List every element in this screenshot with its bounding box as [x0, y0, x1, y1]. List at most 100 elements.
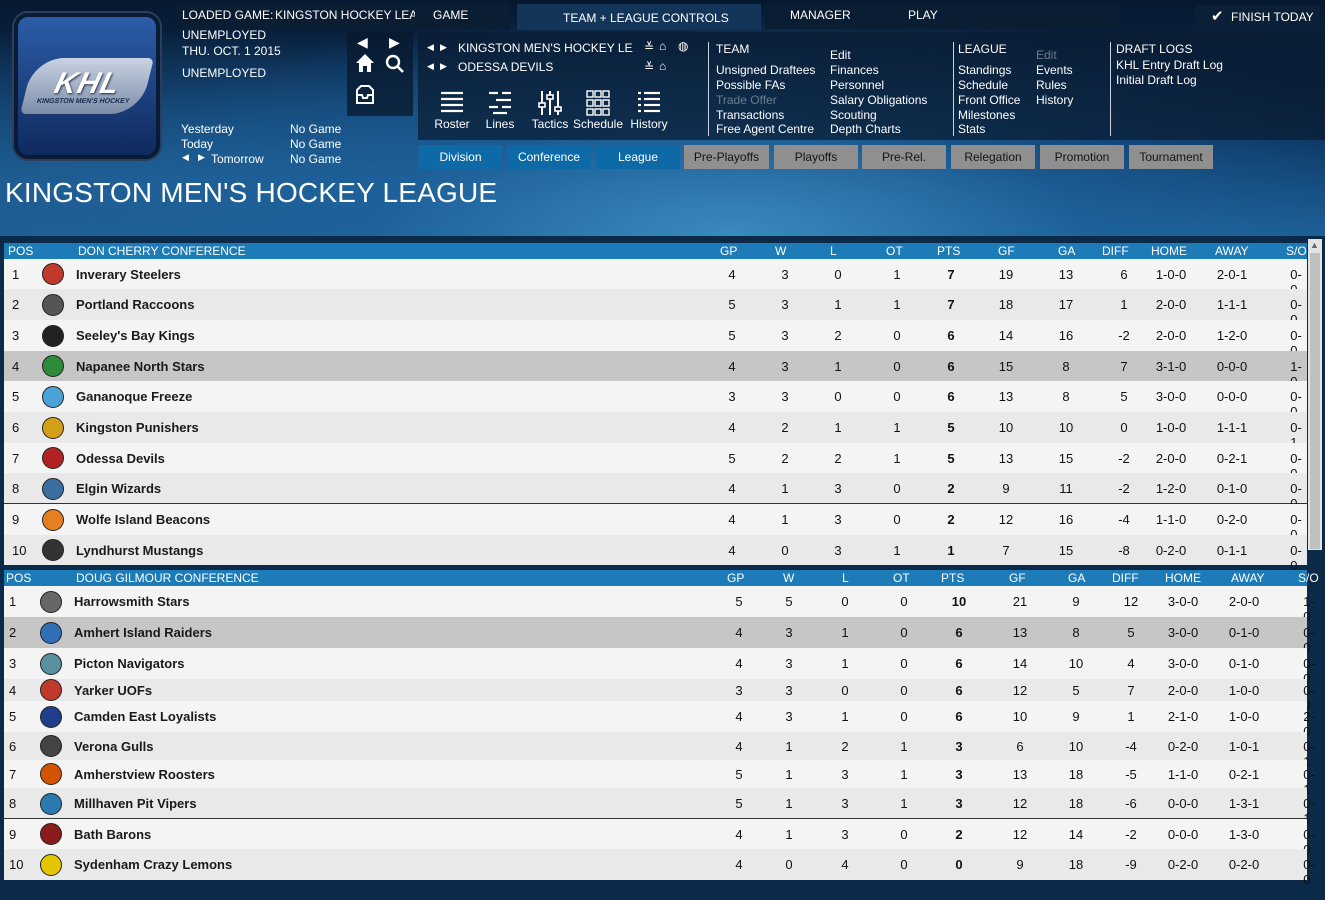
- league-selector[interactable]: KINGSTON MEN'S HOCKEY LEA: [458, 41, 633, 55]
- column-header-gp[interactable]: GP: [720, 244, 737, 258]
- table-row[interactable]: 10 Sydenham Crazy Lemons 4 0 4 0 0 9 18 -9 0-2-0 0-…: [4, 849, 1315, 887]
- table-row[interactable]: 4 Napanee North Stars 4 3 1 0 6 15 8 7 3-1-0 0-0-0 1…: [4, 351, 1307, 389]
- table-row[interactable]: 8 Millhaven Pit Vipers 5 1 3 1 3 12 18 -6 0-0-0 1-3…: [4, 788, 1315, 826]
- tab-pre-playoffs[interactable]: Pre-Playoffs: [684, 145, 769, 169]
- table-row[interactable]: 3 Picton Navigators 4 3 1 0 6 14 10 4 3-0-0 0-1-0 0-…: [4, 648, 1315, 686]
- column-header-pts[interactable]: PTS: [941, 571, 964, 585]
- league-globe-icon[interactable]: ◍: [678, 39, 688, 53]
- column-header-home[interactable]: HOME: [1151, 244, 1187, 258]
- next-day-arrow-icon[interactable]: ▶: [198, 152, 205, 163]
- inbox-icon[interactable]: [354, 84, 376, 109]
- column-header-gf[interactable]: GF: [1009, 571, 1026, 585]
- table-row[interactable]: 6 Kingston Punishers 4 2 1 1 5 10 10 0 1-0-0 1-1-1 0…: [4, 412, 1307, 450]
- table-row[interactable]: 6Verona Gulls41213610-40-2-01-0-10-1: [4, 732, 1315, 769]
- column-header-l[interactable]: L: [830, 244, 837, 258]
- column-header-w[interactable]: W: [783, 571, 794, 585]
- table-row[interactable]: 3 Seeley's Bay Kings 5 3 2 0 6 14 16 -2 2-0-0 1-2-0…: [4, 320, 1307, 358]
- team-name[interactable]: Napanee North Stars: [76, 359, 205, 374]
- team-name[interactable]: Amhert Island Raiders: [74, 625, 212, 640]
- team-next-icon[interactable]: ▶: [440, 61, 447, 72]
- table-row[interactable]: 7Odessa Devils522151315-22-0-00-2-10-0: [4, 443, 1307, 481]
- table-row[interactable]: 7 Amherstview Roosters 5 1 3 1 3 13 18 -5 1-1-0 0-2…: [4, 760, 1315, 797]
- column-header-pos[interactable]: POS: [6, 571, 31, 585]
- table-row[interactable]: 2 Portland Raccoons 5 3 1 1 7 18 17 1 2-0-0 1-1-1 0-…: [4, 289, 1307, 327]
- column-header-pos[interactable]: POS: [8, 244, 33, 258]
- column-header-so[interactable]: S/O: [1298, 571, 1319, 585]
- team-name[interactable]: Gananoque Freeze: [76, 389, 192, 404]
- tab-league[interactable]: League: [596, 145, 680, 169]
- prev-day-arrow-icon[interactable]: ◀: [182, 152, 189, 163]
- table-row[interactable]: 9 Wolfe Island Beacons 4 1 3 0 2 12 16 -4 1-1-0 0-2…: [4, 504, 1307, 542]
- column-header-l[interactable]: L: [842, 571, 849, 585]
- team-home-icon[interactable]: ⌂: [659, 59, 666, 73]
- scrollbar-thumb[interactable]: [1310, 253, 1320, 549]
- rules-link[interactable]: Rules: [1036, 78, 1067, 92]
- possible-fas-link[interactable]: Possible FAs: [716, 78, 785, 92]
- team-name[interactable]: Bath Barons: [74, 827, 151, 842]
- tab-playoffs[interactable]: Playoffs: [774, 145, 858, 169]
- column-header-home[interactable]: HOME: [1165, 571, 1201, 585]
- team-league-controls-tab[interactable]: TEAM + LEAGUE CONTROLS: [517, 4, 761, 30]
- scouting-link[interactable]: Scouting: [830, 108, 877, 122]
- team-name[interactable]: Lyndhurst Mustangs: [76, 543, 203, 558]
- personnel-link[interactable]: Personnel: [830, 78, 884, 92]
- team-name[interactable]: Portland Raccoons: [76, 297, 194, 312]
- table-row[interactable]: 10 Lyndhurst Mustangs 4 0 3 1 1 7 15 -8 0-2-0 0-1-1…: [4, 535, 1307, 573]
- transactions-link[interactable]: Transactions: [716, 108, 784, 122]
- league-schedule-link[interactable]: Schedule: [958, 78, 1008, 92]
- tab-tournament[interactable]: Tournament: [1129, 145, 1213, 169]
- front-office-link[interactable]: Front Office: [958, 93, 1020, 107]
- depth-charts-link[interactable]: Depth Charts: [830, 122, 901, 136]
- forward-arrow-icon[interactable]: ▶: [389, 34, 400, 51]
- team-name[interactable]: Yarker UOFs: [74, 683, 152, 698]
- standings-link[interactable]: Standings: [958, 63, 1011, 77]
- team-name[interactable]: Millhaven Pit Vipers: [74, 796, 197, 811]
- finish-today-button[interactable]: ✔ FINISH TODAY: [1195, 5, 1320, 29]
- manager-menu[interactable]: MANAGER: [790, 8, 851, 22]
- team-name[interactable]: Seeley's Bay Kings: [76, 328, 195, 343]
- initial-draft-log-link[interactable]: Initial Draft Log: [1116, 73, 1197, 87]
- milestones-link[interactable]: Milestones: [958, 108, 1015, 122]
- team-name[interactable]: Elgin Wizards: [76, 481, 161, 496]
- table-row[interactable]: 4Yarker UOFs3300612572-0-01-0-00-0: [4, 679, 1315, 713]
- column-header-ot[interactable]: OT: [886, 244, 903, 258]
- scroll-up-arrow-icon[interactable]: ▲: [1310, 240, 1319, 250]
- conference-name[interactable]: DOUG GILMOUR CONFERENCE: [76, 571, 259, 585]
- column-header-ot[interactable]: OT: [893, 571, 910, 585]
- history-button[interactable]: History: [629, 90, 669, 131]
- tab-division[interactable]: Division: [419, 145, 502, 169]
- team-name[interactable]: Kingston Punishers: [76, 420, 199, 435]
- tab-relegation[interactable]: Relegation: [951, 145, 1035, 169]
- column-header-pts[interactable]: PTS: [937, 244, 960, 258]
- column-header-gp[interactable]: GP: [727, 571, 744, 585]
- table-row[interactable]: 5Gananoque Freeze3300613853-0-00-0-00-0: [4, 381, 1307, 419]
- team-selector[interactable]: ODESSA DEVILS: [458, 60, 553, 74]
- home-icon[interactable]: [354, 52, 376, 77]
- roster-button[interactable]: Roster: [432, 90, 472, 131]
- column-header-ga[interactable]: GA: [1058, 244, 1075, 258]
- team-name[interactable]: Harrowsmith Stars: [74, 594, 190, 609]
- team-prev-icon[interactable]: ◀: [427, 61, 434, 72]
- league-prev-icon[interactable]: ◀: [427, 42, 434, 53]
- league-history-link[interactable]: History: [1036, 93, 1073, 107]
- table-row[interactable]: 2 Amhert Island Raiders 4 3 1 0 6 13 8 5 3-0-0 0-1-…: [4, 617, 1315, 655]
- standings-scrollbar[interactable]: ▲: [1308, 239, 1322, 550]
- team-name[interactable]: Picton Navigators: [74, 656, 185, 671]
- tab-conference[interactable]: Conference: [507, 145, 591, 169]
- league-next-icon[interactable]: ▶: [440, 42, 447, 53]
- salary-obligations-link[interactable]: Salary Obligations: [830, 93, 927, 107]
- column-header-w[interactable]: W: [775, 244, 786, 258]
- lines-button[interactable]: Lines: [480, 90, 520, 131]
- column-header-away[interactable]: AWAY: [1215, 244, 1249, 258]
- tab-promotion[interactable]: Promotion: [1040, 145, 1124, 169]
- team-edit-link[interactable]: Edit: [830, 48, 851, 62]
- tactics-button[interactable]: Tactics: [530, 90, 570, 131]
- game-menu[interactable]: GAME: [433, 8, 468, 22]
- column-header-diff[interactable]: DIFF: [1112, 571, 1139, 585]
- team-name[interactable]: Verona Gulls: [74, 739, 153, 754]
- unsigned-draftees-link[interactable]: Unsigned Draftees: [716, 63, 815, 77]
- table-row[interactable]: 1 Inverary Steelers 4 3 0 1 7 19 13 6 1-0-0 2-0-1 0-…: [4, 259, 1307, 297]
- khl-entry-draft-log-link[interactable]: KHL Entry Draft Log: [1116, 58, 1223, 72]
- column-header-so[interactable]: S/O: [1286, 244, 1307, 258]
- schedule-button[interactable]: Schedule: [571, 90, 625, 131]
